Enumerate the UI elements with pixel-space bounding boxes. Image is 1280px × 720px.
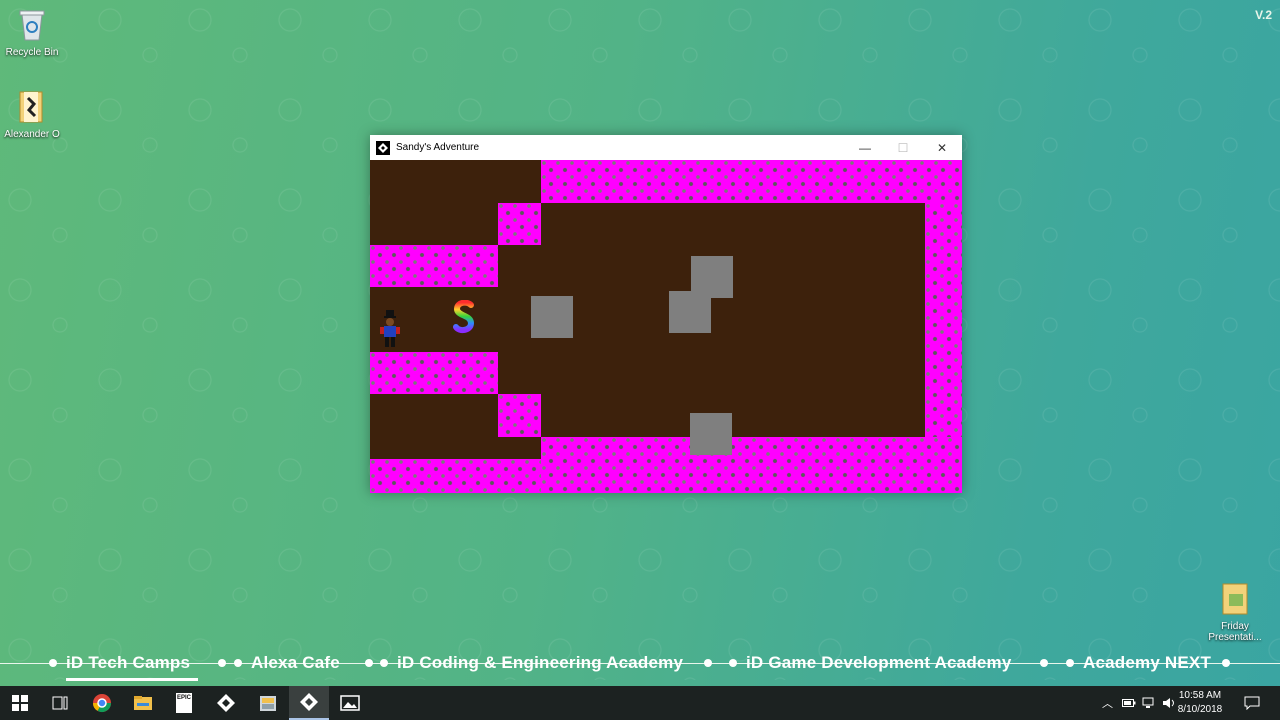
slogan-dot xyxy=(380,659,388,667)
notification-icon xyxy=(1244,696,1260,710)
player-character xyxy=(380,310,400,347)
task-view-icon xyxy=(52,696,68,710)
system-clock[interactable]: 10:58 AM 8/10/2018 xyxy=(1170,689,1230,717)
rainbow-s-pickup xyxy=(453,300,475,334)
battery-button[interactable] xyxy=(1122,686,1136,720)
minimize-button[interactable]: — xyxy=(846,135,884,160)
desktop-icon-friday-folder[interactable]: Friday Presentati... xyxy=(1203,582,1267,643)
recycle-bin-icon xyxy=(0,6,64,45)
wall-tile xyxy=(498,203,541,245)
taskbar: EPIC ︿ 10:58 AM 8/10/2018 xyxy=(0,686,1280,720)
slogan-dot xyxy=(729,659,737,667)
slogan-dot xyxy=(365,659,373,667)
pushable-box xyxy=(669,291,711,333)
game-window[interactable]: Sandy's Adventure — ☐ ✕ xyxy=(370,135,962,493)
slogan-bar: iD Tech Camps Alexa Cafe iD Coding & Eng… xyxy=(0,650,1280,681)
slogan-dot xyxy=(49,659,57,667)
clock-time: 10:58 AM xyxy=(1178,690,1222,701)
pushable-box xyxy=(690,413,732,455)
version-label: V.2 xyxy=(1255,8,1272,22)
slogan-dot xyxy=(704,659,712,667)
slogan-coding-academy[interactable]: iD Coding & Engineering Academy xyxy=(393,653,687,673)
taskbar-sandys-adventure[interactable] xyxy=(289,686,329,720)
close-icon: ✕ xyxy=(936,140,948,155)
slogan-game-dev-academy[interactable]: iD Game Development Academy xyxy=(742,653,1016,673)
desktop-icon-label: Alexander O xyxy=(4,129,60,140)
wall-tile xyxy=(370,352,498,394)
taskbar-chrome[interactable] xyxy=(82,686,122,720)
network-button[interactable] xyxy=(1142,686,1156,720)
wall-tile xyxy=(370,459,541,493)
maximize-button[interactable]: ☐ xyxy=(884,135,922,160)
chevron-up-icon: ︿ xyxy=(1102,698,1113,710)
start-button[interactable] xyxy=(0,686,40,720)
tray-overflow-button[interactable]: ︿ xyxy=(1102,686,1113,720)
desktop-icon-label: Recycle Bin xyxy=(5,47,59,58)
taskbar-game-maker[interactable] xyxy=(206,686,246,720)
file-cabinet-icon xyxy=(260,696,276,711)
gamemaker-icon xyxy=(300,693,318,711)
wall-tile xyxy=(498,394,541,437)
slogan-id-tech-camps[interactable]: iD Tech Camps xyxy=(62,653,194,673)
network-icon xyxy=(1142,697,1154,708)
clock-date: 8/10/2018 xyxy=(1177,704,1223,715)
wall-tile xyxy=(925,203,962,437)
slogan-dot xyxy=(1040,659,1048,667)
pushable-box xyxy=(531,296,573,338)
taskbar-epic-games[interactable]: EPIC xyxy=(164,686,204,720)
maximize-icon: ☐ xyxy=(897,140,909,155)
task-view-button[interactable] xyxy=(40,686,80,720)
window-titlebar[interactable]: Sandy's Adventure — ☐ ✕ xyxy=(370,135,962,160)
slogan-alexa-cafe[interactable]: Alexa Cafe xyxy=(247,653,344,673)
chrome-icon xyxy=(93,694,111,713)
wall-tile xyxy=(370,245,498,287)
window-title: Sandy's Adventure xyxy=(396,142,480,153)
wall-tile xyxy=(541,160,962,203)
wall-tile xyxy=(541,437,962,493)
slogan-dot xyxy=(1066,659,1074,667)
user-folder-icon xyxy=(0,90,64,127)
taskbar-photos[interactable] xyxy=(330,686,370,720)
close-button[interactable]: ✕ xyxy=(923,135,961,160)
slogan-underline xyxy=(66,678,198,681)
photos-icon xyxy=(340,695,360,711)
notifications-button[interactable] xyxy=(1244,686,1260,720)
taskbar-file-manager[interactable] xyxy=(248,686,288,720)
desktop-icon-recycle-bin[interactable]: Recycle Bin xyxy=(0,6,64,58)
windows-icon xyxy=(12,695,28,711)
minimize-icon: — xyxy=(859,140,871,155)
slogan-academy-next[interactable]: Academy NEXT xyxy=(1079,653,1215,673)
slogan-dot xyxy=(1222,659,1230,667)
slogan-dot xyxy=(234,659,242,667)
battery-icon xyxy=(1122,699,1136,707)
taskbar-file-explorer[interactable] xyxy=(123,686,163,720)
epic-games-label: EPIC xyxy=(176,695,191,701)
desktop-icon-label: Friday Presentati... xyxy=(1208,621,1262,643)
gamemaker-icon xyxy=(376,140,390,155)
slogan-dot xyxy=(218,659,226,667)
gamemaker-icon xyxy=(217,694,235,712)
desktop-icon-user-folder[interactable]: Alexander O xyxy=(0,90,64,140)
folder-icon xyxy=(1203,582,1267,619)
epic-games-icon: EPIC xyxy=(176,693,192,713)
file-explorer-icon xyxy=(134,696,152,710)
game-canvas[interactable] xyxy=(370,160,962,493)
